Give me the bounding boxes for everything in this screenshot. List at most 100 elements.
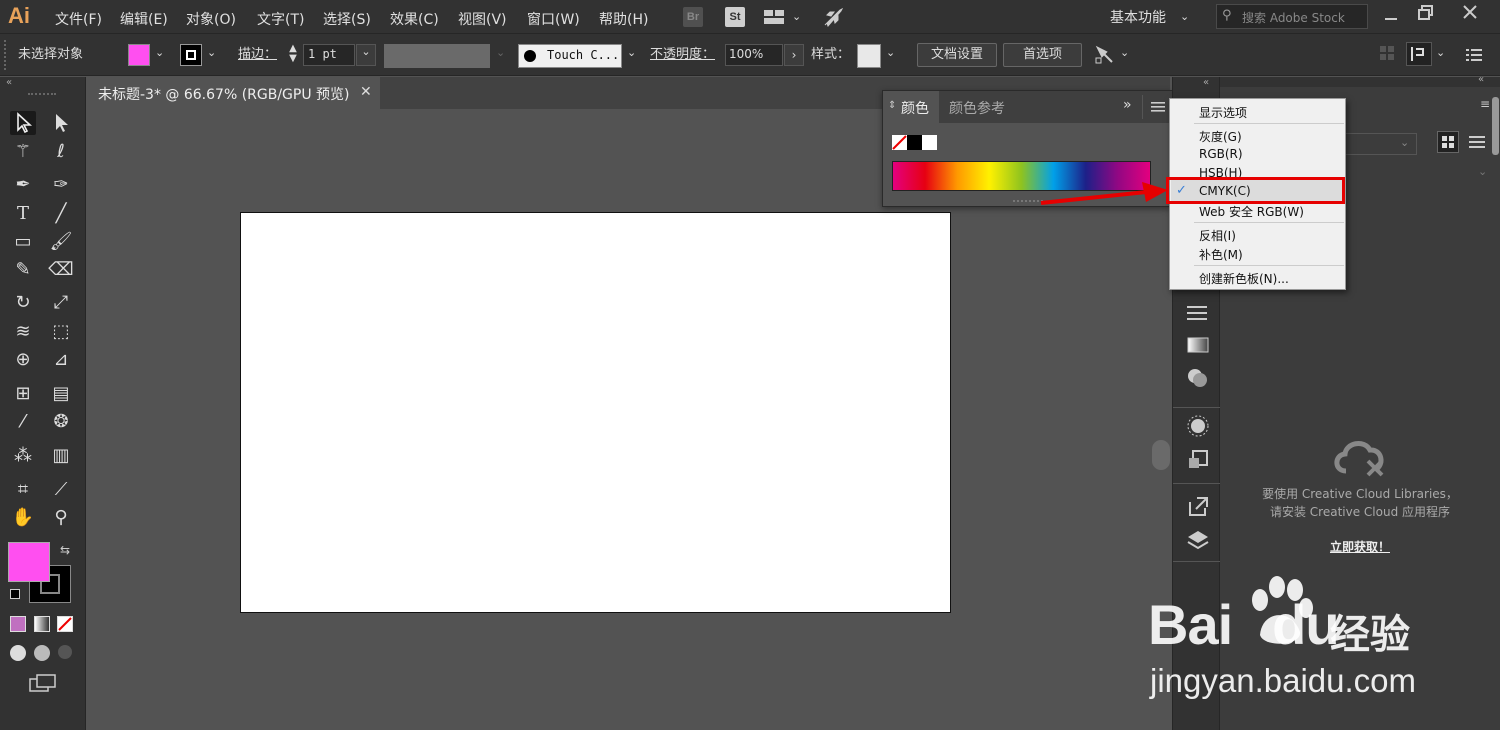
chevron-down-icon[interactable]: ⌄ (207, 46, 216, 59)
rocket-icon[interactable] (822, 6, 844, 28)
direct-selection-tool-icon[interactable] (48, 111, 74, 135)
default-colors-icon[interactable] (10, 589, 20, 599)
gradient-mode-icon[interactable] (34, 616, 50, 632)
menu-effect[interactable]: 效果(C) (390, 9, 439, 29)
menu-help[interactable]: 帮助(H) (599, 9, 648, 29)
bridge-icon[interactable]: Br (683, 7, 703, 27)
draw-inside-icon[interactable] (58, 645, 72, 659)
grip-handle[interactable] (4, 40, 8, 70)
close-icon[interactable] (1462, 4, 1478, 20)
lasso-tool-icon[interactable]: ℓ (48, 140, 74, 164)
opacity-label[interactable]: 不透明度： (650, 44, 715, 66)
collapse-panel-icon[interactable]: « (1203, 77, 1209, 88)
column-graph-tool-icon[interactable]: ▥ (48, 444, 74, 468)
transparency-panel-icon[interactable] (1187, 367, 1209, 389)
restore-icon[interactable] (1418, 5, 1434, 21)
menu-window[interactable]: 窗口(W) (527, 9, 580, 29)
fill-swatch[interactable] (128, 44, 150, 66)
panel-menu-icon[interactable]: ≡ (1480, 97, 1490, 111)
curvature-tool-icon[interactable]: ✑ (48, 173, 74, 197)
menu-item-rgb[interactable]: RGB(R) (1199, 147, 1243, 161)
expand-panel-icon[interactable]: » (1123, 97, 1132, 113)
type-tool-icon[interactable]: T (10, 202, 36, 226)
selection-tool-icon[interactable] (10, 111, 36, 135)
variable-width-profile[interactable] (384, 44, 490, 68)
list-view-icon[interactable] (1469, 134, 1487, 150)
chevron-down-icon[interactable]: ⌄ (1478, 165, 1487, 178)
shaper-tool-icon[interactable]: ✎ (10, 258, 36, 282)
width-tool-icon[interactable]: ≋ (10, 320, 36, 344)
tab-color[interactable]: ⇕ 颜色 (883, 91, 939, 123)
menu-type[interactable]: 文字(T) (257, 9, 304, 29)
workspace-switcher[interactable]: 基本功能 (1110, 7, 1166, 27)
none-mode-icon[interactable] (57, 616, 73, 632)
chevron-down-icon[interactable]: ⌄ (886, 46, 895, 59)
draw-normal-icon[interactable] (10, 645, 26, 661)
color-mode-icon[interactable] (10, 616, 26, 632)
chevron-down-icon[interactable]: ⌄ (496, 46, 505, 59)
chevron-down-icon[interactable]: ⌄ (1180, 10, 1189, 23)
align-grid-icon[interactable] (1380, 46, 1394, 60)
menu-item-invert[interactable]: 反相(I) (1199, 227, 1236, 244)
shape-builder-tool-icon[interactable]: ⊕ (10, 348, 36, 372)
get-creative-cloud-link[interactable]: 立即获取！ (1220, 538, 1500, 555)
arrange-documents-icon[interactable] (764, 9, 784, 25)
gradient-panel-icon[interactable] (1187, 337, 1209, 353)
stroke-swatch[interactable] (180, 44, 202, 66)
collapse-panel-icon[interactable]: « (6, 77, 12, 88)
library-dropdown[interactable]: ⌄ (1345, 133, 1417, 155)
line-tool-icon[interactable]: ╱ (48, 202, 74, 226)
menu-item-show-options[interactable]: 显示选项 (1199, 104, 1247, 121)
pen-tool-icon[interactable]: ✒ (10, 173, 36, 197)
panel-menu-icon[interactable] (1151, 101, 1165, 113)
menu-view[interactable]: 视图(V) (458, 9, 507, 29)
brush-definition-dropdown[interactable]: Touch C... (518, 44, 622, 68)
chevron-down-icon[interactable]: ⌄ (1436, 46, 1445, 59)
graphic-styles-icon[interactable] (1187, 449, 1209, 471)
gradient-tool-icon[interactable]: ▤ (48, 382, 74, 406)
menu-item-complement[interactable]: 补色(M) (1199, 246, 1243, 263)
free-transform-tool-icon[interactable]: ⬚ (48, 320, 74, 344)
menu-select[interactable]: 选择(S) (323, 9, 371, 29)
scale-tool-icon[interactable]: ⤢ (48, 291, 74, 315)
mesh-tool-icon[interactable]: ⊞ (10, 382, 36, 406)
opacity-field[interactable]: 100% (725, 44, 783, 66)
magic-wand-tool-icon[interactable]: ⚚ (10, 140, 36, 164)
stroke-stepper[interactable]: ▲ ▼ (284, 44, 302, 66)
draw-behind-icon[interactable] (34, 645, 50, 661)
chevron-down-icon[interactable]: ⌄ (155, 46, 164, 59)
artboard[interactable] (240, 212, 951, 613)
none-swatch[interactable] (892, 135, 907, 150)
chevron-down-icon[interactable]: ⌄ (1120, 46, 1129, 59)
stock-icon[interactable]: St (725, 7, 745, 27)
tab-color-guide[interactable]: 颜色参考 (949, 98, 1005, 118)
fill-color-box[interactable] (8, 542, 50, 582)
stock-search-input[interactable]: ⚲ 搜索 Adobe Stock (1216, 4, 1368, 29)
symbol-sprayer-tool-icon[interactable]: ⁂ (10, 444, 36, 468)
stroke-panel-icon[interactable] (1185, 303, 1209, 323)
appearance-panel-icon[interactable] (1187, 415, 1209, 437)
panel-menu-icon[interactable] (1466, 48, 1482, 62)
stroke-weight-field[interactable]: 1 pt (303, 44, 355, 66)
minimize-icon[interactable] (1384, 8, 1398, 22)
vertical-scrollbar[interactable] (1492, 97, 1499, 155)
asset-export-icon[interactable] (1187, 495, 1209, 517)
chevron-right-icon[interactable]: › (784, 44, 804, 66)
white-swatch[interactable] (922, 135, 937, 150)
menu-item-web-safe-rgb[interactable]: Web 安全 RGB(W) (1199, 203, 1304, 220)
stroke-label[interactable]: 描边： (238, 44, 277, 66)
hand-tool-icon[interactable]: ✋ (10, 506, 36, 530)
blend-tool-icon[interactable]: ❂ (48, 410, 74, 434)
grid-view-icon[interactable] (1437, 131, 1459, 153)
close-tab-icon[interactable]: ✕ (360, 84, 372, 100)
grip-handle[interactable] (28, 93, 56, 95)
black-swatch[interactable] (907, 135, 922, 150)
rotate-tool-icon[interactable]: ↻ (10, 291, 36, 315)
swap-colors-icon[interactable]: ⇆ (60, 543, 70, 557)
rectangle-tool-icon[interactable]: ▭ (10, 230, 36, 254)
preferences-button[interactable]: 首选项 (1003, 43, 1082, 67)
menu-item-create-swatch[interactable]: 创建新色板(N)... (1199, 270, 1289, 287)
document-tab[interactable]: 未标题-3* @ 66.67% (RGB/GPU 预览) ✕ (88, 77, 380, 109)
document-setup-button[interactable]: 文档设置 (917, 43, 997, 67)
vertical-scrollbar[interactable] (1152, 440, 1170, 470)
